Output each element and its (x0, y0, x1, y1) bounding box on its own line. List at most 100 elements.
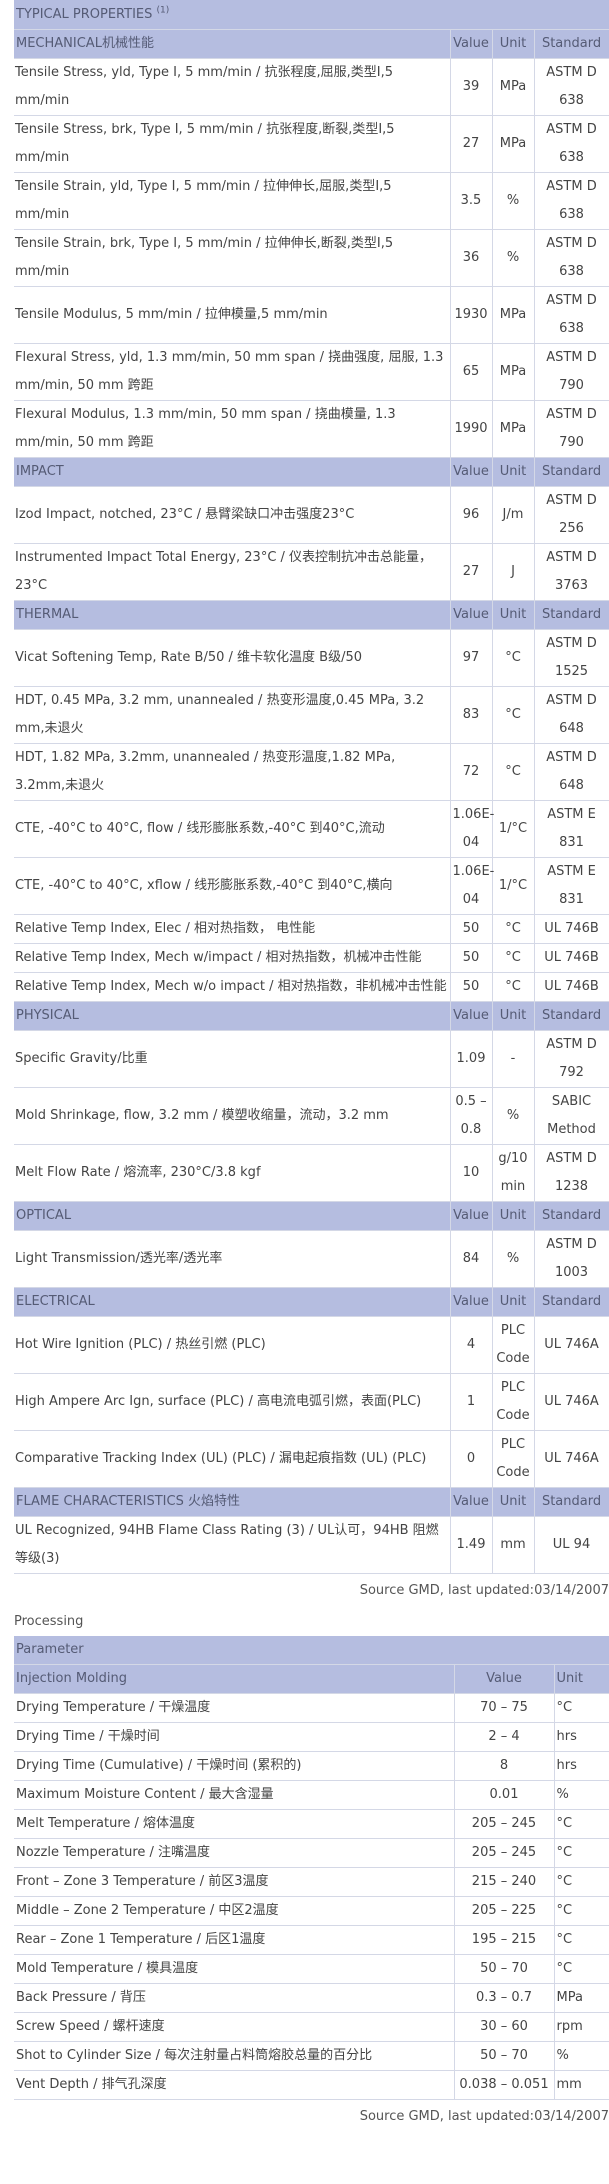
processing-unit: °C (554, 1693, 609, 1723)
property-row: Flexural Modulus, 1.3 mm/min, 50 mm span… (14, 400, 609, 458)
processing-parameter: Nozzle Temperature / 注嘴温度 (14, 1838, 455, 1868)
property-row: Vicat Softening Temp, Rate B/50 / 维卡软化温度… (14, 629, 609, 687)
property-standard: UL 746A (534, 1430, 609, 1488)
unit-header: Unit (492, 29, 535, 59)
property-name: HDT, 1.82 MPa, 3.2mm, unannealed / 热变形温度… (14, 743, 451, 801)
property-unit: °C (492, 743, 535, 801)
processing-parameter: Shot to Cylinder Size / 每次注射量占料筒熔胶总量的百分比 (14, 2041, 455, 2071)
processing-row: Back Pressure / 背压 0.3 – 0.7 MPa (14, 1983, 609, 2013)
processing-value: 0.038 – 0.051 (454, 2070, 555, 2100)
processing-parameter: Mold Temperature / 模具温度 (14, 1954, 455, 1984)
processing-value: 50 – 70 (454, 2041, 555, 2071)
property-name: Mold Shrinkage, flow, 3.2 mm / 模塑收缩量，流动，… (14, 1087, 451, 1145)
property-standard: ASTM D 792 (534, 1030, 609, 1088)
property-unit: °C (492, 686, 535, 744)
property-unit: % (492, 1087, 535, 1145)
unit-header: Unit (492, 1001, 535, 1031)
processing-unit: °C (554, 1838, 609, 1868)
property-value: 50 (450, 914, 493, 944)
property-unit: % (492, 229, 535, 287)
property-unit: 1/°C (492, 857, 535, 915)
property-row: Tensile Strain, yld, Type I, 5 mm/min / … (14, 172, 609, 230)
processing-unit: °C (554, 1925, 609, 1955)
processing-parameter: Drying Time (Cumulative) / 干燥时间 (累积的) (14, 1751, 455, 1781)
processing-row: Front – Zone 3 Temperature / 前区3温度 215 – … (14, 1867, 609, 1897)
property-name: Izod Impact, notched, 23°C / 悬臂梁缺口冲击强度23… (14, 486, 451, 544)
processing-table: Parameter Injection Molding Value Unit Dryin… (14, 1636, 609, 2100)
property-standard: ASTM D 638 (534, 229, 609, 287)
property-name: Relative Temp Index, Mech w/o impact / 相… (14, 972, 451, 1002)
processing-row: Drying Time (Cumulative) / 干燥时间 (累积的) 8 hr… (14, 1751, 609, 1781)
processing-row: Middle – Zone 2 Temperature / 中区2温度 205 –… (14, 1896, 609, 1926)
property-row: Comparative Tracking Index (UL) (PLC) / … (14, 1430, 609, 1488)
property-row: CTE, -40°C to 40°C, xflow / 线形膨胀系数,-40°C… (14, 857, 609, 915)
unit-header: Unit (492, 600, 535, 630)
property-name: Relative Temp Index, Elec / 相对热指数， 电性能 (14, 914, 451, 944)
properties-title-cell: TYPICAL PROPERTIES (1) (14, 0, 609, 30)
property-name: Comparative Tracking Index (UL) (PLC) / … (14, 1430, 451, 1488)
standard-header: Standard (534, 1487, 609, 1517)
processing-unit: mm (554, 2070, 609, 2100)
section-header-row: FLAME CHARACTERISTICS 火焰特性 Value Unit Stand… (14, 1487, 609, 1517)
property-standard: UL 746A (534, 1373, 609, 1431)
property-standard: UL 746B (534, 972, 609, 1002)
processing-row: Shot to Cylinder Size / 每次注射量占料筒熔胶总量的百分比… (14, 2041, 609, 2071)
processing-parameter: Rear – Zone 1 Temperature / 后区1温度 (14, 1925, 455, 1955)
property-name: Tensile Strain, yld, Type I, 5 mm/min / … (14, 172, 451, 230)
datasheet: TYPICAL PROPERTIES (1) MECHANICAL机械性能 Valu… (14, 0, 609, 2134)
value-header: Value (450, 1487, 493, 1517)
property-standard: ASTM D 3763 (534, 543, 609, 601)
property-value: 1990 (450, 400, 493, 458)
value-header: Value (450, 1287, 493, 1317)
property-name: High Ampere Arc Ign, surface (PLC) / 高电流… (14, 1373, 451, 1431)
standard-header: Standard (534, 1287, 609, 1317)
property-standard: UL 94 (534, 1516, 609, 1574)
processing-unit: °C (554, 1867, 609, 1897)
processing-unit: rpm (554, 2012, 609, 2042)
property-row: UL Recognized, 94HB Flame Class Rating (… (14, 1516, 609, 1574)
section-name: ELECTRICAL (14, 1287, 451, 1317)
processing-value: 205 – 245 (454, 1809, 555, 1839)
injection-molding-header-row: Injection Molding Value Unit (14, 1664, 609, 1694)
processing-value: 8 (454, 1751, 555, 1781)
processing-row: Rear – Zone 1 Temperature / 后区1温度 195 – 2… (14, 1925, 609, 1955)
unit-header: Unit (492, 1201, 535, 1231)
processing-source-note: Source GMD, last updated:03/14/2007 (359, 2109, 609, 2124)
section-name: MECHANICAL机械性能 (14, 29, 451, 59)
standard-header: Standard (534, 600, 609, 630)
section-header-row: IMPACT Value Unit Standard (14, 457, 609, 487)
property-unit: PLC Code (492, 1373, 535, 1431)
property-name: CTE, -40°C to 40°C, xflow / 线形膨胀系数,-40°C… (14, 857, 451, 915)
processing-unit: °C (554, 1954, 609, 1984)
parameter-header-row: Parameter (14, 1636, 609, 1665)
property-unit: J (492, 543, 535, 601)
processing-parameter: Melt Temperature / 熔体温度 (14, 1809, 455, 1839)
processing-value: 70 – 75 (454, 1693, 555, 1723)
property-unit: °C (492, 943, 535, 973)
property-unit: °C (492, 914, 535, 944)
property-name: Tensile Modulus, 5 mm/min / 拉伸模量,5 mm/mi… (14, 286, 451, 344)
processing-row: Mold Temperature / 模具温度 50 – 70 °C (14, 1954, 609, 1984)
property-row: Mold Shrinkage, flow, 3.2 mm / 模塑收缩量，流动，… (14, 1087, 609, 1145)
property-standard: ASTM E 831 (534, 800, 609, 858)
processing-value: 0.3 – 0.7 (454, 1983, 555, 2013)
injection-molding-section: Injection Molding (14, 1664, 455, 1694)
property-value: 1.09 (450, 1030, 493, 1088)
property-row: Instrumented Impact Total Energy, 23°C /… (14, 543, 609, 601)
property-row: Izod Impact, notched, 23°C / 悬臂梁缺口冲击强度23… (14, 486, 609, 544)
typical-properties-table: TYPICAL PROPERTIES (1) MECHANICAL机械性能 Valu… (14, 0, 609, 1574)
standard-header: Standard (534, 1201, 609, 1231)
property-unit: °C (492, 972, 535, 1002)
property-value: 97 (450, 629, 493, 687)
property-name: Relative Temp Index, Mech w/impact / 相对热… (14, 943, 451, 973)
property-standard: ASTM D 790 (534, 343, 609, 401)
processing-parameter: Screw Speed / 螺杆速度 (14, 2012, 455, 2042)
property-unit: g/10 min (492, 1144, 535, 1202)
section-name: THERMAL (14, 600, 451, 630)
property-name: Tensile Strain, brk, Type I, 5 mm/min / … (14, 229, 451, 287)
processing-unit: °C (554, 1809, 609, 1839)
property-standard: ASTM D 790 (534, 400, 609, 458)
property-value: 0 (450, 1430, 493, 1488)
value-header: Value (450, 1201, 493, 1231)
property-row: Tensile Modulus, 5 mm/min / 拉伸模量,5 mm/mi… (14, 286, 609, 344)
